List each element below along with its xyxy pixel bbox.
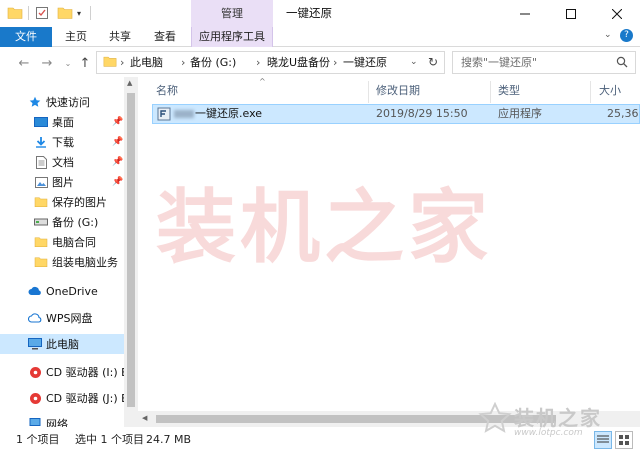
properties-icon[interactable] bbox=[35, 5, 49, 21]
nav-item-wps-drive[interactable]: WPS网盘 bbox=[0, 308, 124, 328]
cd-drive-icon bbox=[28, 365, 42, 379]
tab-application-tools[interactable]: 应用程序工具 bbox=[191, 27, 273, 47]
tab-share[interactable]: 共享 bbox=[101, 27, 139, 47]
nav-scrollbar[interactable]: ▲ bbox=[124, 77, 138, 427]
nav-item-assembly-business[interactable]: 组装电脑业务 bbox=[0, 252, 124, 272]
file-row[interactable]: 一键还原.exe 2019/8/29 15:50 应用程序 25,36 bbox=[152, 104, 640, 124]
breadcrumb-backup-folder[interactable]: 晓龙U盘备份 bbox=[267, 52, 330, 73]
nav-item-contracts[interactable]: 电脑合同 bbox=[0, 232, 124, 252]
close-icon[interactable] bbox=[594, 0, 640, 27]
tab-view[interactable]: 查看 bbox=[146, 27, 184, 47]
scroll-left-icon[interactable]: ◀ bbox=[142, 414, 147, 422]
blurred-prefix bbox=[174, 110, 194, 118]
details-view-icon[interactable] bbox=[594, 431, 612, 449]
pin-icon[interactable]: 📌 bbox=[112, 137, 123, 147]
scroll-up-icon[interactable]: ▲ bbox=[127, 79, 132, 87]
address-dropdown-icon[interactable]: ⌄ bbox=[410, 52, 418, 73]
nav-item-quick-access[interactable]: 快速访问 bbox=[0, 92, 124, 112]
search-placeholder: 搜索"一键还原" bbox=[461, 56, 538, 69]
recent-locations-icon[interactable]: ⌄ bbox=[59, 54, 77, 72]
address-bar[interactable]: › 此电脑 › 备份 (G:) › 晓龙U盘备份 › 一键还原 ⌄ ↻ bbox=[96, 51, 445, 74]
item-count: 1 个项目 bbox=[16, 433, 60, 446]
nav-item-this-pc[interactable]: 此电脑 bbox=[0, 334, 124, 354]
maximize-icon[interactable] bbox=[548, 0, 594, 27]
download-icon bbox=[34, 135, 48, 149]
new-folder-icon[interactable] bbox=[57, 5, 73, 21]
customize-toolbar-icon[interactable]: ▾ bbox=[77, 5, 81, 21]
nav-item-cd-drive-j[interactable]: CD 驱动器 (J:) BC bbox=[0, 388, 136, 408]
search-input[interactable]: 搜索"一键还原" bbox=[452, 51, 636, 74]
breadcrumb-this-pc[interactable]: 此电脑 bbox=[130, 52, 163, 73]
folder-icon bbox=[34, 195, 48, 209]
title-bar: ▾ 管理 一键还原 bbox=[0, 0, 640, 27]
file-name: 一键还原.exe bbox=[195, 107, 263, 120]
minimize-icon[interactable] bbox=[502, 0, 548, 27]
nav-item-cd-drive-i[interactable]: CD 驱动器 (I:) BC bbox=[0, 362, 136, 382]
breadcrumb-backup-drive[interactable]: 备份 (G:) bbox=[190, 52, 236, 73]
up-icon[interactable]: ↑ bbox=[76, 54, 94, 72]
context-tab-manage[interactable]: 管理 bbox=[191, 0, 273, 27]
folder-icon bbox=[34, 255, 48, 269]
nav-item-onedrive[interactable]: OneDrive bbox=[0, 281, 124, 301]
drive-icon bbox=[34, 215, 48, 229]
picture-icon bbox=[34, 175, 48, 189]
ribbon-tabs: 文件 主页 共享 查看 应用程序工具 ⌄ ? bbox=[0, 27, 640, 47]
column-header-modified[interactable]: 修改日期 bbox=[376, 81, 420, 101]
nav-item-desktop[interactable]: 桌面 📌 bbox=[0, 112, 124, 132]
selected-count: 选中 1 个项目 bbox=[75, 433, 144, 446]
chevron-right-icon[interactable]: › bbox=[181, 52, 185, 73]
back-icon[interactable]: ← bbox=[15, 54, 33, 72]
column-header-name[interactable]: 名称 bbox=[156, 81, 178, 101]
folder-icon bbox=[7, 5, 23, 21]
cloud-icon bbox=[28, 311, 42, 325]
logo-url: www.lotpc.com bbox=[514, 428, 583, 438]
document-icon bbox=[34, 155, 48, 169]
file-list: ^ 名称 修改日期 类型 大小 装机之家 一键还原.exe 2019/8/29 … bbox=[138, 77, 640, 427]
network-icon bbox=[28, 417, 42, 427]
nav-item-documents[interactable]: 文档 📌 bbox=[0, 152, 124, 172]
file-modified: 2019/8/29 15:50 bbox=[376, 107, 468, 120]
chevron-right-icon[interactable]: › bbox=[120, 52, 124, 73]
navigation-pane: 快速访问 桌面 📌 下载 📌 文档 📌 图片 📌 保存的图片 备份 (G:) 电… bbox=[0, 77, 138, 427]
tab-home[interactable]: 主页 bbox=[57, 27, 95, 47]
tab-file[interactable]: 文件 bbox=[0, 27, 52, 47]
folder-icon bbox=[34, 235, 48, 249]
folder-icon bbox=[103, 55, 117, 71]
selected-size: 24.7 MB bbox=[146, 433, 192, 446]
logo-text: 装机之家 bbox=[514, 406, 602, 430]
refresh-icon[interactable]: ↻ bbox=[428, 52, 438, 73]
search-icon bbox=[616, 56, 628, 71]
nav-item-pictures[interactable]: 图片 📌 bbox=[0, 172, 124, 192]
address-row: ← → ⌄ ↑ › 此电脑 › 备份 (G:) › 晓龙U盘备份 › 一键还原 … bbox=[0, 48, 640, 77]
watermark: 装机之家 bbox=[156, 181, 492, 274]
nav-item-network[interactable]: 网络 bbox=[0, 414, 124, 427]
computer-icon bbox=[28, 337, 42, 351]
large-icons-view-icon[interactable] bbox=[615, 431, 633, 449]
column-header-type[interactable]: 类型 bbox=[498, 81, 520, 101]
nav-item-saved-pictures[interactable]: 保存的图片 bbox=[0, 192, 124, 212]
chevron-right-icon[interactable]: › bbox=[333, 52, 337, 73]
column-header-size[interactable]: 大小 bbox=[599, 81, 621, 101]
file-type: 应用程序 bbox=[498, 107, 542, 120]
logo-star-icon bbox=[478, 402, 512, 433]
nav-item-backup-drive[interactable]: 备份 (G:) bbox=[0, 212, 124, 232]
chevron-right-icon[interactable]: › bbox=[256, 52, 260, 73]
breadcrumb-current-folder[interactable]: 一键还原 bbox=[343, 52, 387, 73]
help-icon[interactable]: ? bbox=[620, 29, 633, 42]
forward-icon[interactable]: → bbox=[38, 54, 56, 72]
nav-scrollbar-thumb[interactable] bbox=[127, 93, 135, 407]
pin-icon[interactable]: 📌 bbox=[112, 117, 123, 127]
sort-ascending-icon: ^ bbox=[259, 77, 266, 86]
cloud-icon bbox=[28, 284, 42, 298]
file-size: 25,36 bbox=[607, 107, 639, 120]
exe-file-icon bbox=[157, 107, 171, 124]
nav-item-downloads[interactable]: 下载 📌 bbox=[0, 132, 124, 152]
window-title: 一键还原 bbox=[286, 6, 332, 20]
desktop-icon bbox=[34, 115, 48, 129]
cd-drive-icon bbox=[28, 391, 42, 405]
pin-icon[interactable]: 📌 bbox=[112, 157, 123, 167]
star-icon bbox=[28, 95, 42, 109]
expand-ribbon-icon[interactable]: ⌄ bbox=[604, 30, 612, 40]
pin-icon[interactable]: 📌 bbox=[112, 177, 123, 187]
